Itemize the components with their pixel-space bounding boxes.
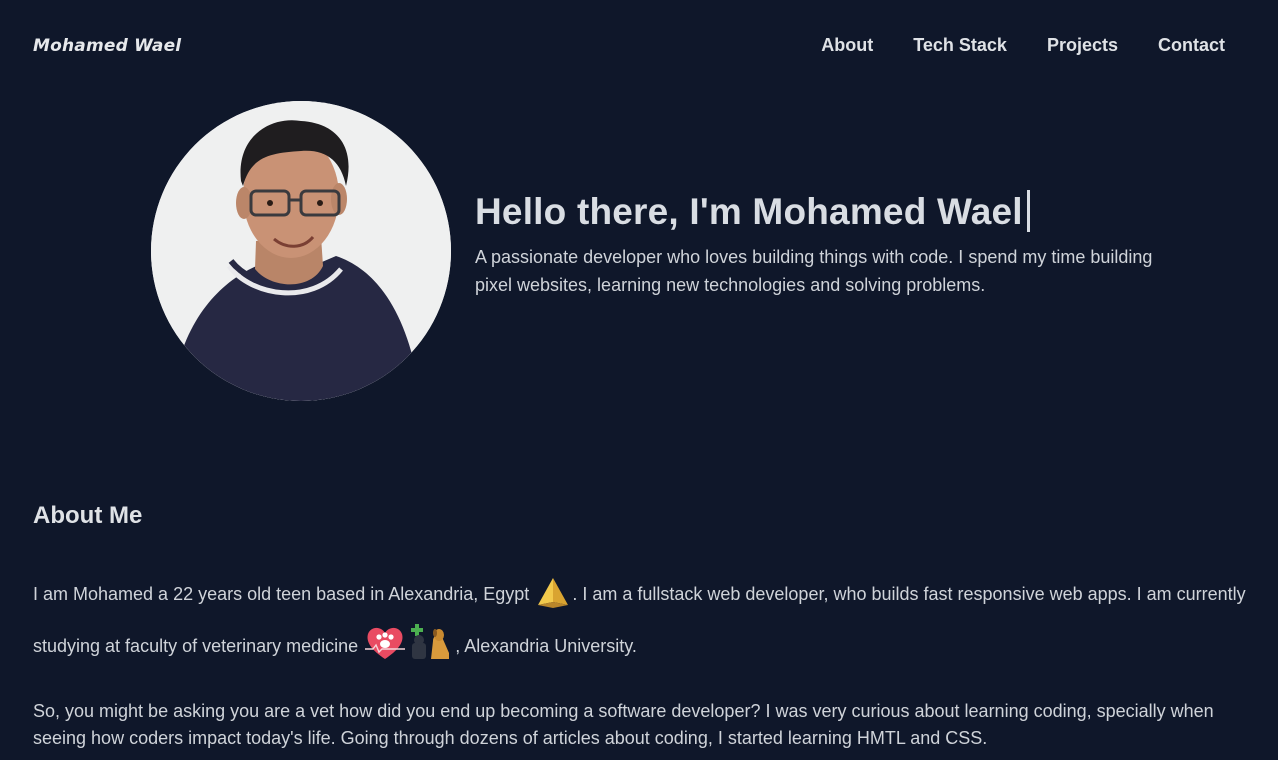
nav-contact[interactable]: Contact: [1158, 35, 1225, 56]
hero-title: Hello there, I'm Mohamed Wael: [475, 190, 1175, 233]
profile-photo: [151, 101, 451, 401]
typing-cursor: [1026, 190, 1030, 232]
about-heading: About Me: [33, 502, 143, 529]
hero-title-text: Hello there, I'm Mohamed Wael: [475, 191, 1023, 232]
page: Mohamed Wael About Tech Stack Projects C…: [0, 0, 1278, 760]
about-p1-part-c: , Alexandria University.: [455, 636, 637, 656]
veterinary-icon: [409, 623, 453, 675]
nav-projects[interactable]: Projects: [1047, 35, 1118, 56]
nav-tech-stack[interactable]: Tech Stack: [913, 35, 1007, 56]
hero-subtitle: A passionate developer who loves buildin…: [475, 247, 1153, 295]
about-paragraph-2: So, you might be asking you are a vet ho…: [33, 701, 1214, 748]
hero-text: Hello there, I'm Mohamed Wael A passiona…: [475, 190, 1175, 299]
about-paragraph-1: I am Mohamed a 22 years old teen based i…: [33, 574, 1248, 675]
about-p1-part-a: I am Mohamed a 22 years old teen based i…: [33, 584, 530, 604]
logo[interactable]: Mohamed Wael: [33, 36, 181, 56]
main-nav: About Tech Stack Projects Contact: [781, 35, 1225, 56]
heart-paw-icon: [365, 625, 406, 675]
nav-about[interactable]: About: [821, 35, 873, 56]
pyramid-icon: [536, 575, 570, 623]
about-body: I am Mohamed a 22 years old teen based i…: [33, 574, 1248, 752]
